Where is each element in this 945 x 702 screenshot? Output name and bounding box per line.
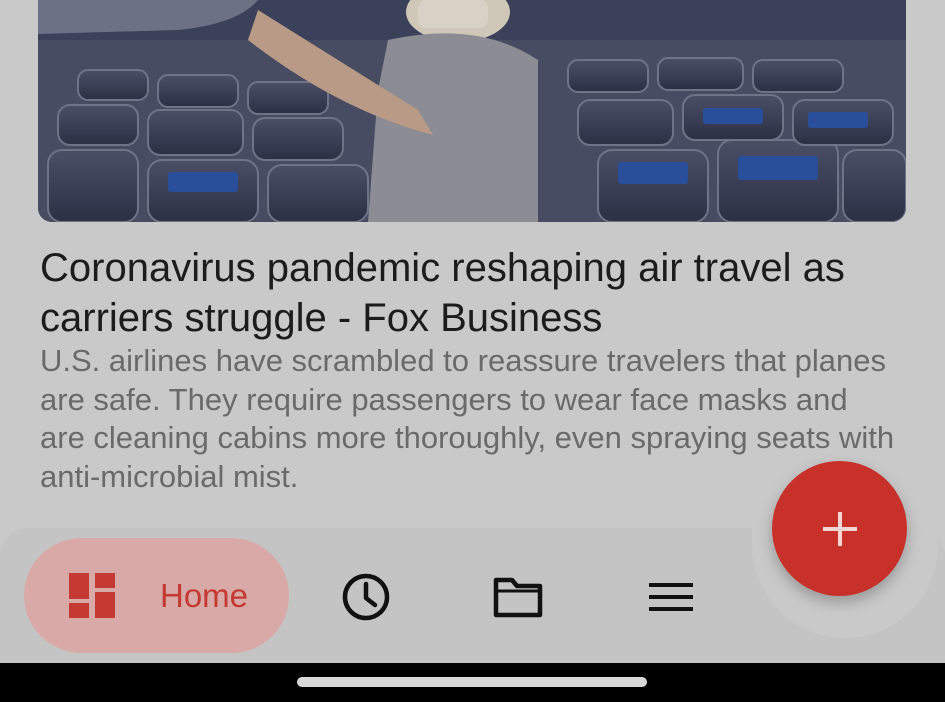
article-card[interactable]: Coronavirus pandemic reshaping air trave…	[0, 0, 945, 530]
article-image[interactable]	[38, 0, 906, 222]
nav-item-folder[interactable]	[488, 567, 548, 627]
hamburger-menu-icon	[649, 583, 693, 611]
plus-icon	[822, 511, 857, 546]
clock-icon	[342, 573, 390, 621]
nav-item-history[interactable]	[336, 567, 396, 627]
folder-icon	[493, 577, 543, 618]
airplane-cabin-illustration	[38, 0, 906, 222]
dashboard-icon	[69, 573, 115, 618]
article-summary: U.S. airlines have scrambled to reassure…	[40, 343, 895, 494]
nav-item-menu[interactable]	[641, 567, 701, 627]
add-fab-button[interactable]	[772, 461, 907, 596]
nav-item-home[interactable]: Home	[24, 538, 289, 653]
article-headline[interactable]: Coronavirus pandemic reshaping air trave…	[40, 243, 900, 343]
gesture-handle[interactable]	[297, 677, 647, 687]
nav-home-label: Home	[160, 577, 249, 614]
